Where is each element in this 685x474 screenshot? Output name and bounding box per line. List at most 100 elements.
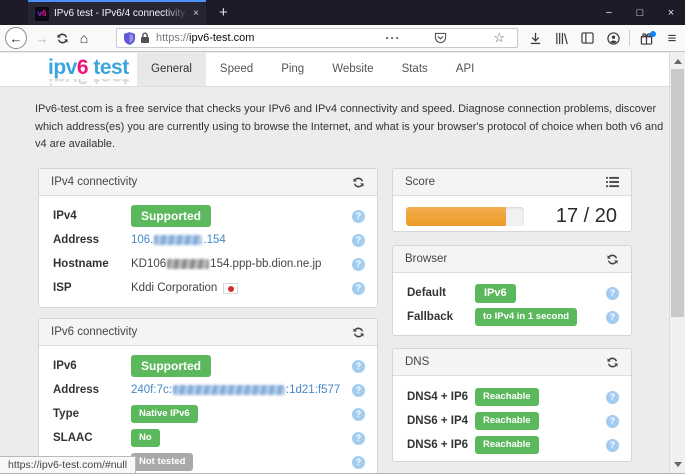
dns-panel: DNS DNS4 + IP6 Reachable ? DNS6 + IP4 Re… xyxy=(392,348,632,462)
status-badge: Not tested xyxy=(131,453,194,471)
pocket-icon[interactable] xyxy=(434,32,447,44)
bookmark-star-icon[interactable]: ☆ xyxy=(493,30,505,46)
window-maximize-button[interactable]: □ xyxy=(634,7,646,19)
menu-button[interactable]: ≡ xyxy=(659,30,685,47)
refresh-icon[interactable] xyxy=(352,176,365,189)
status-badge: Native IPv6 xyxy=(131,405,198,423)
help-icon[interactable]: ? xyxy=(352,233,365,247)
table-row: SLAAC No ? xyxy=(53,426,365,450)
browser-titlebar: v6 IPv6 test - IPv6/4 connectivity a × +… xyxy=(0,0,685,25)
tab-general[interactable]: General xyxy=(137,53,206,86)
tab-ping[interactable]: Ping xyxy=(267,53,318,86)
panel-title: DNS xyxy=(405,356,430,368)
status-badge: Supported xyxy=(131,205,211,227)
intro-text: IPv6-test.com is a free service that che… xyxy=(35,103,664,151)
whats-new-gift-button[interactable] xyxy=(633,30,659,45)
status-badge: to IPv4 in 1 second xyxy=(475,308,578,326)
table-row: Hostname KD106 154.ppp-bb.dion.ne.jp ? xyxy=(53,252,365,276)
help-icon[interactable]: ? xyxy=(352,359,365,373)
panel-header: IPv6 connectivity xyxy=(39,319,377,346)
list-icon[interactable] xyxy=(606,176,619,188)
panel-title: IPv4 connectivity xyxy=(51,176,138,188)
tab-api[interactable]: API xyxy=(442,53,489,86)
page-scrollbar[interactable] xyxy=(669,53,685,473)
page-actions-icon[interactable]: ··· xyxy=(385,31,400,45)
help-icon[interactable]: ? xyxy=(352,257,365,271)
lock-icon[interactable] xyxy=(140,32,150,44)
tab-speed[interactable]: Speed xyxy=(206,53,267,86)
table-row: Default IPv6 ? xyxy=(407,281,619,305)
help-icon[interactable]: ? xyxy=(606,390,619,404)
score-progress-bar xyxy=(406,207,524,226)
url-bar[interactable]: https://ipv6-test.com ··· ☆ xyxy=(116,28,518,48)
table-row: Address 240f:7c::1d21:f577 ? xyxy=(53,378,365,402)
status-badge: No xyxy=(131,429,160,447)
table-row: DNS6 + IP6 Reachable ? xyxy=(407,433,619,457)
table-row: Type Native IPv6 ? xyxy=(53,402,365,426)
help-icon[interactable]: ? xyxy=(352,209,365,223)
reload-icon xyxy=(56,33,68,43)
reload-button[interactable] xyxy=(52,27,72,49)
score-panel: Score 17 / 20 xyxy=(392,168,632,232)
table-row: DNS6 + IP4 Reachable ? xyxy=(407,409,619,433)
tracking-protection-shield-icon[interactable] xyxy=(124,31,135,45)
window-close-button[interactable]: × xyxy=(665,7,677,19)
tab-website[interactable]: Website xyxy=(318,53,387,86)
status-badge: Reachable xyxy=(475,388,539,406)
help-icon[interactable]: ? xyxy=(352,383,365,397)
help-icon[interactable]: ? xyxy=(352,281,365,295)
account-button[interactable] xyxy=(600,31,626,45)
refresh-icon[interactable] xyxy=(352,326,365,339)
tab-title: IPv6 test - IPv6/4 connectivity a xyxy=(54,8,189,19)
help-icon[interactable]: ? xyxy=(606,414,619,428)
row-label: Fallback xyxy=(407,311,454,323)
status-badge: IPv6 xyxy=(475,283,516,303)
help-icon[interactable]: ? xyxy=(606,310,619,324)
help-icon[interactable]: ? xyxy=(352,431,365,445)
row-label: SLAAC xyxy=(53,432,93,444)
table-row: ISP Kddi Corporation ? xyxy=(53,276,365,300)
home-button[interactable]: ⌂ xyxy=(74,27,94,49)
url-host: ipv6-test.com xyxy=(189,32,255,44)
scroll-up-icon[interactable] xyxy=(674,59,682,64)
panel-header: IPv4 connectivity xyxy=(39,169,377,196)
browser-toolbar: ← → ⌂ https://ipv6-test.com ··· ☆ ≡ xyxy=(0,25,685,52)
ipv6-address-link[interactable]: 240f:7c::1d21:f577 xyxy=(131,384,340,396)
panel-header: DNS xyxy=(393,349,631,376)
ipv4-address-link[interactable]: 106. .154 xyxy=(131,234,226,246)
url-scheme: https:// xyxy=(156,32,190,44)
site-logo[interactable]: ipv6 test xyxy=(48,56,129,80)
back-button[interactable]: ← xyxy=(5,27,27,49)
japan-flag-icon xyxy=(223,282,239,294)
help-icon[interactable]: ? xyxy=(352,407,365,421)
downloads-button[interactable] xyxy=(522,32,548,45)
status-badge: Supported xyxy=(131,355,211,377)
row-label: IPv6 xyxy=(53,360,77,372)
redacted-segment xyxy=(172,385,285,395)
site-logo-reflection: ipv6 test xyxy=(48,79,129,87)
table-row: DNS4 + IP6 Reachable ? xyxy=(407,385,619,409)
sidebar-toggle-button[interactable] xyxy=(574,32,600,44)
help-icon[interactable]: ? xyxy=(606,438,619,452)
browser-tab[interactable]: v6 IPv6 test - IPv6/4 connectivity a × xyxy=(28,0,206,25)
row-label: Address xyxy=(53,234,100,246)
tab-stats[interactable]: Stats xyxy=(388,53,442,86)
hostname-value: KD106 154.ppp-bb.dion.ne.jp xyxy=(131,258,322,270)
status-badge: Reachable xyxy=(475,436,539,454)
table-row: IPv6 Supported ? xyxy=(53,354,365,378)
new-tab-button[interactable]: + xyxy=(214,1,233,24)
help-icon[interactable]: ? xyxy=(352,455,365,469)
redacted-segment xyxy=(167,259,210,269)
refresh-icon[interactable] xyxy=(606,356,619,369)
panel-title: Score xyxy=(405,176,436,188)
score-value: 17 / 20 xyxy=(555,205,617,227)
site-favicon: v6 xyxy=(35,6,49,21)
scrollbar-thumb[interactable] xyxy=(671,69,684,317)
row-label: Default xyxy=(407,287,446,299)
scroll-down-icon[interactable] xyxy=(674,462,682,467)
tab-close-icon[interactable]: × xyxy=(193,8,199,19)
refresh-icon[interactable] xyxy=(606,253,619,266)
help-icon[interactable]: ? xyxy=(606,286,619,300)
library-button[interactable] xyxy=(548,32,574,45)
window-minimize-button[interactable]: − xyxy=(603,7,615,19)
